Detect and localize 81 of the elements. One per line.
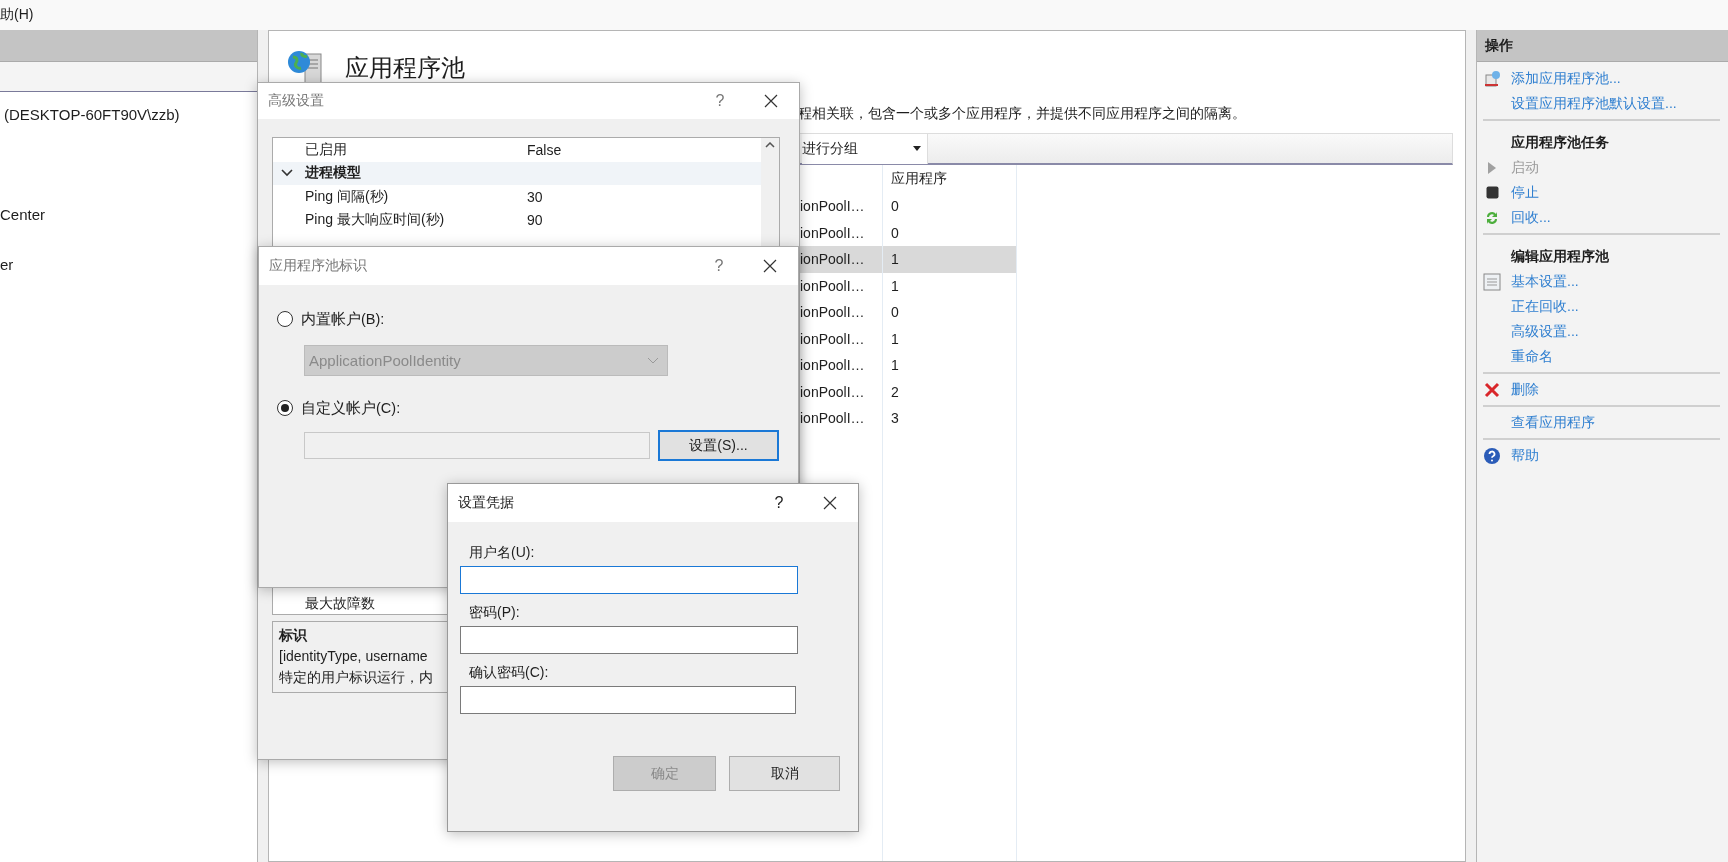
tree-item[interactable]: Center [0, 202, 257, 227]
table-cell: ionPoolI… [798, 246, 882, 273]
close-icon [764, 94, 778, 108]
description-title: 标识 [279, 626, 307, 645]
action-link[interactable]: 删除 [1511, 380, 1539, 399]
action-link[interactable]: 停止 [1511, 183, 1539, 202]
panel-header: 操作 [1477, 30, 1728, 62]
dialog-button[interactable]: 取消 [729, 756, 840, 791]
help-button[interactable]: ? [696, 257, 742, 275]
field-label: 确认密码(C): [469, 664, 550, 682]
action-link[interactable]: 帮助 [1511, 446, 1539, 465]
scroll-up-icon[interactable] [765, 142, 775, 148]
dialog-title: 设置凭据 [458, 494, 515, 512]
description-text: [identityType, username [279, 647, 428, 666]
help-icon [1483, 446, 1501, 465]
table-cell-text: ionPoolI… [799, 409, 866, 429]
tree-item[interactable]: er [0, 252, 257, 277]
form-icon [1483, 272, 1501, 291]
group-name: 进程模型 [304, 164, 362, 183]
dialog-title: 高级设置 [268, 92, 325, 110]
action-link[interactable]: 设置应用程序池默认设置... [1511, 94, 1677, 113]
property-name: 最大故障数 [304, 595, 375, 613]
table-cell-text: ionPoolI… [799, 382, 866, 402]
table-cell-text: 1 [890, 356, 900, 376]
group-by-dropdown[interactable]: 进行分组 [802, 133, 928, 164]
chevron-down-icon [647, 357, 659, 364]
table-cell-text: ionPoolI… [799, 223, 866, 243]
action-link[interactable]: 添加应用程序池... [1511, 69, 1621, 88]
table-cell-text: 1 [890, 329, 900, 349]
page-title: 应用程序池 [345, 53, 465, 83]
table-cell-text: 2 [890, 382, 900, 402]
table-cell-text: ionPoolI… [799, 276, 866, 296]
help-button[interactable]: ? [697, 92, 743, 110]
stop-icon [1485, 186, 1499, 199]
field-label: 用户名(U): [469, 544, 536, 562]
section-heading: 应用程序池任务 [1511, 133, 1610, 152]
radio-option[interactable]: 自定义帐户(C): [277, 396, 798, 420]
property-name: Ping 间隔(秒) [304, 187, 390, 206]
delete-icon [1484, 381, 1500, 398]
table-cell-text: 0 [890, 223, 900, 243]
column-header[interactable]: 应用程序 [883, 165, 1016, 193]
radio-option[interactable]: 内置帐户(B): [277, 307, 798, 331]
refresh-icon [1484, 209, 1500, 226]
tree-item[interactable]: (DESKTOP-60FT90V\zzb) [0, 102, 257, 127]
server-add-icon [1483, 69, 1501, 88]
description-text: 特定的用户标识运行，内 [279, 668, 433, 687]
close-icon [823, 496, 837, 510]
action-link[interactable]: 基本设置... [1511, 272, 1579, 291]
table-cell: 1 [883, 246, 1016, 273]
action-link[interactable]: 重命名 [1511, 347, 1553, 366]
dialog-title: 应用程序池标识 [269, 257, 368, 275]
caret-icon [913, 146, 921, 151]
property-value: 90 [526, 212, 543, 229]
table-cell-text: 0 [890, 303, 900, 323]
field-label: 密码(P): [469, 604, 521, 622]
action-link[interactable]: 高级设置... [1511, 322, 1579, 341]
play-icon [1487, 160, 1497, 175]
chevron-icon[interactable] [281, 169, 293, 178]
table-cell-text: 1 [890, 276, 900, 296]
table-cell-text: ionPoolI… [799, 197, 866, 217]
input-field[interactable] [460, 686, 796, 714]
input-field[interactable] [460, 566, 798, 594]
account-field[interactable] [304, 432, 650, 459]
table-cell-text: 0 [890, 197, 900, 217]
set-button[interactable]: 设置(S)... [658, 430, 779, 461]
table-cell-text: ionPoolI… [799, 303, 866, 323]
action-link[interactable]: 回收... [1511, 208, 1551, 227]
action-link[interactable]: 查看应用程序 [1511, 413, 1595, 432]
help-button[interactable]: ? [756, 494, 802, 512]
menu-item[interactable]: 助(H) [0, 6, 38, 24]
close-icon [763, 259, 777, 273]
table-cell-text: ionPoolI… [799, 329, 866, 349]
property-name: Ping 最大响应时间(秒) [304, 211, 446, 230]
input-field[interactable] [460, 626, 798, 654]
table-cell-text: ionPoolI… [799, 356, 866, 376]
action-link[interactable]: 正在回收... [1511, 297, 1579, 316]
section-heading: 编辑应用程序池 [1511, 247, 1610, 266]
property-value: 30 [526, 188, 543, 205]
property-value: False [526, 141, 562, 158]
table-cell-text: 3 [890, 409, 900, 429]
property-name: 已启用 [304, 140, 348, 159]
